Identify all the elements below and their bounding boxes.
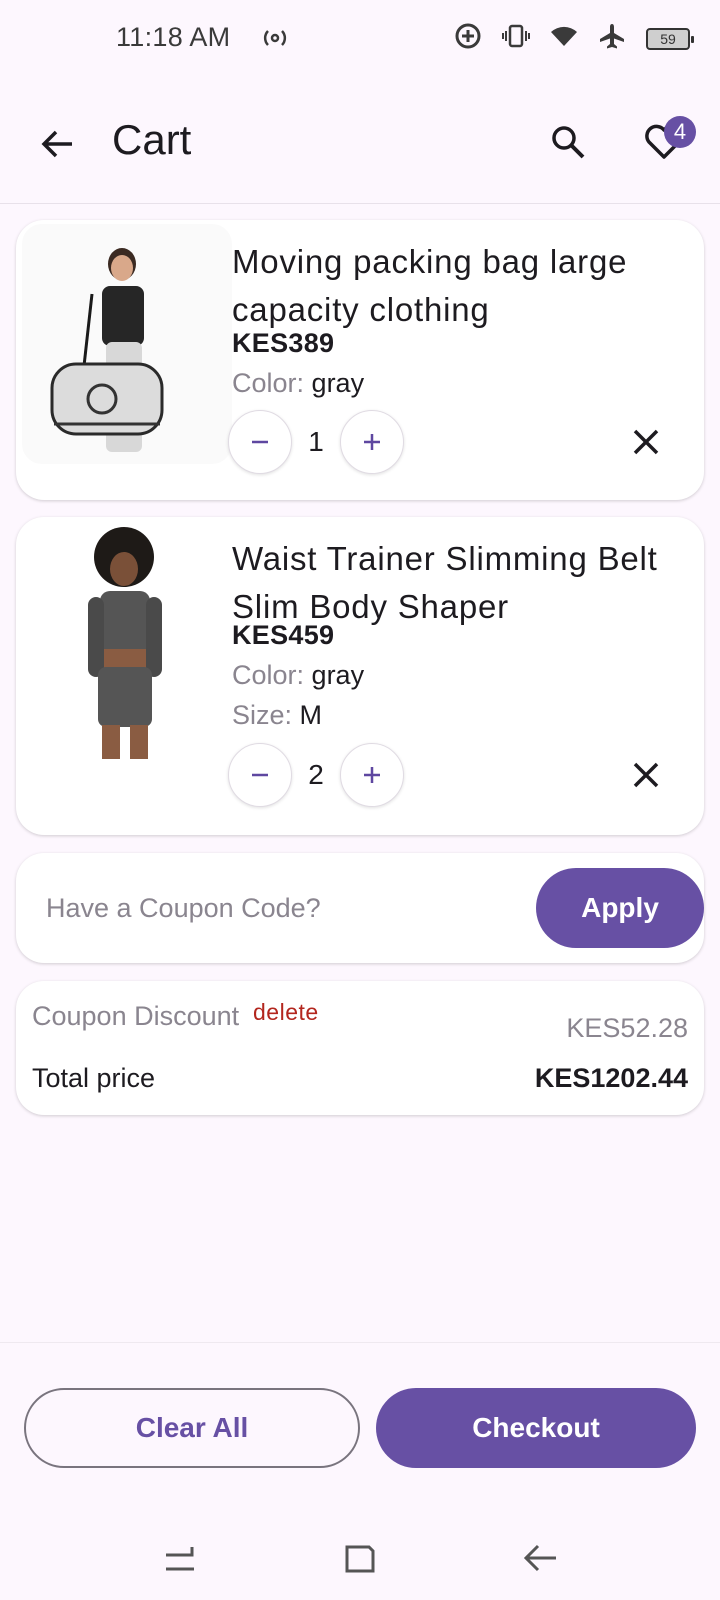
quantity-value: 2 [308, 759, 324, 790]
back-icon [523, 1544, 556, 1572]
airplane-icon [598, 22, 626, 55]
minus-icon [252, 440, 268, 444]
color-value: gray [311, 368, 365, 398]
arrow-back-icon [41, 130, 72, 158]
total-price-label: Total price [32, 1063, 156, 1093]
item-title[interactable]: Moving packing bag large capacity clothi… [232, 238, 682, 334]
color-label: Color: [232, 368, 305, 398]
recents-button[interactable] [150, 1528, 210, 1588]
color-value: gray [311, 660, 365, 690]
item-price: KES389 [232, 328, 335, 358]
system-navigation-bar [0, 1510, 720, 1600]
cart-item: Moving packing bag large capacity clothi… [16, 220, 704, 500]
size-value: M [299, 700, 323, 730]
product-image-bag [22, 224, 232, 464]
decrease-quantity-button[interactable] [228, 410, 292, 474]
quantity-value: 1 [308, 426, 324, 457]
coupon-code-input[interactable] [46, 883, 526, 933]
remove-item-button[interactable] [622, 418, 670, 466]
delete-coupon-link[interactable]: delete [253, 999, 319, 1026]
product-image[interactable] [22, 527, 232, 767]
status-time: 11:18 AM [116, 22, 231, 52]
divider [0, 1342, 720, 1343]
coupon-discount-value: KES52.28 [566, 1013, 688, 1043]
search-icon [552, 126, 585, 159]
coupon-discount-label: Coupon Discount [32, 1001, 240, 1031]
search-button[interactable] [540, 114, 596, 170]
coupon-card: Apply [16, 853, 704, 963]
color-label: Color: [232, 660, 305, 690]
item-color: Color: gray [232, 368, 364, 399]
battery-icon: 59 [646, 27, 694, 50]
clear-all-button[interactable]: Clear All [24, 1388, 360, 1468]
cart-item: Waist Trainer Slimming Belt Slim Body Sh… [16, 517, 704, 835]
remove-item-button[interactable] [622, 751, 670, 799]
wishlist-count-badge: 4 [664, 116, 696, 148]
plus-icon [364, 767, 380, 783]
increase-quantity-button[interactable] [340, 410, 404, 474]
plus-icon [364, 434, 380, 450]
product-image-shaper [22, 527, 232, 767]
decrease-quantity-button[interactable] [228, 743, 292, 807]
item-title[interactable]: Waist Trainer Slimming Belt Slim Body Sh… [232, 535, 682, 631]
page-title: Cart [112, 116, 192, 163]
product-image[interactable] [22, 224, 232, 464]
vibrate-icon [502, 24, 530, 53]
home-icon [345, 1545, 375, 1573]
checkout-button[interactable]: Checkout [376, 1388, 696, 1468]
size-label: Size: [232, 700, 293, 730]
status-bar: 11:18 AM 59 [0, 0, 720, 78]
close-icon [633, 762, 659, 788]
app-bar: Cart [0, 96, 720, 204]
minus-icon [252, 773, 268, 777]
close-icon [633, 429, 659, 455]
increase-quantity-button[interactable] [340, 743, 404, 807]
apply-coupon-button[interactable]: Apply [536, 868, 704, 948]
hotspot-icon [262, 26, 288, 55]
item-size: Size: M [232, 700, 322, 731]
home-button[interactable] [330, 1528, 390, 1588]
back-nav-button[interactable] [510, 1528, 570, 1588]
total-price-value: KES1202.44 [534, 1063, 688, 1093]
item-price: KES459 [232, 620, 335, 650]
price-summary-card: Coupon Discount delete KES52.28 Total pr… [16, 981, 704, 1115]
back-button[interactable] [30, 116, 86, 172]
wifi-icon [550, 24, 578, 53]
data-saver-icon [454, 22, 482, 55]
recents-icon [166, 1547, 194, 1571]
item-color: Color: gray [232, 660, 364, 691]
